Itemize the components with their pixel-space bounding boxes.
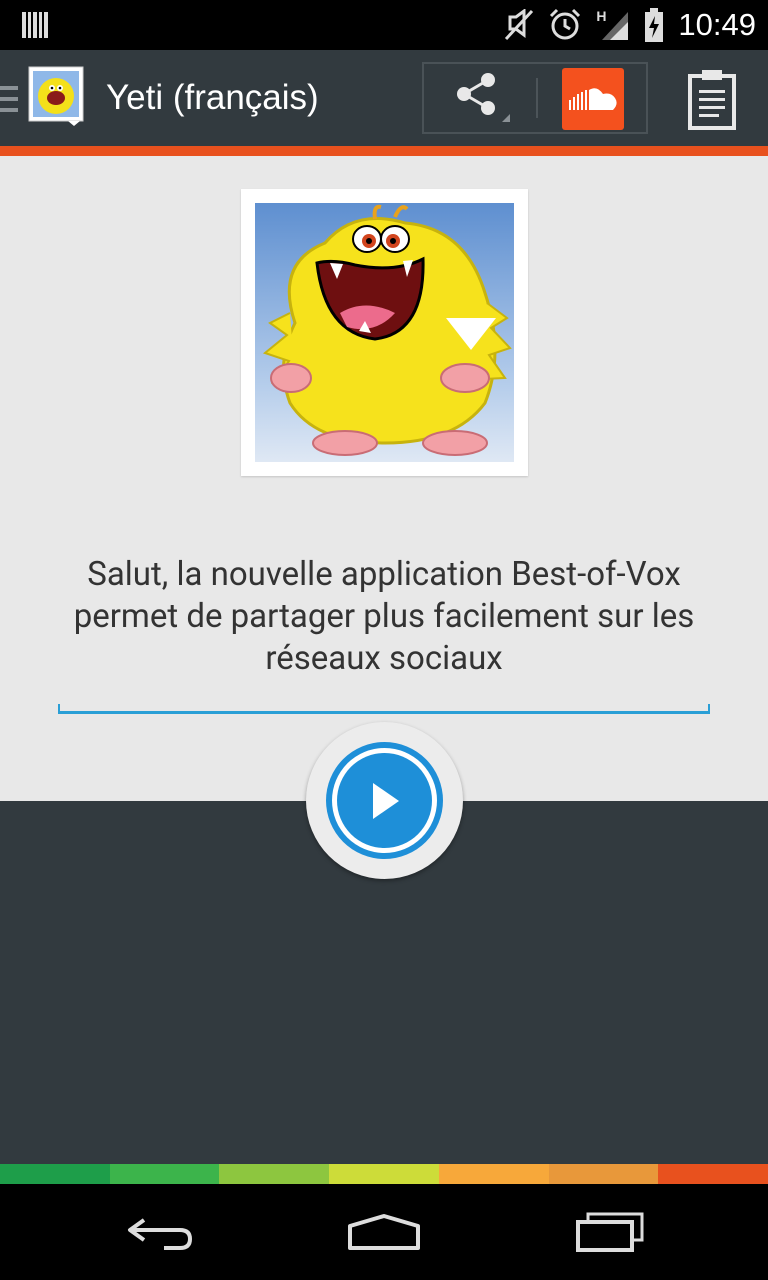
status-time: 10:49 <box>678 7 756 42</box>
menu-icon[interactable] <box>0 86 18 112</box>
soundcloud-button[interactable] <box>562 68 624 130</box>
color-strip-segment-2 <box>109 1164 220 1184</box>
color-strip-segment-5 <box>438 1164 549 1184</box>
recents-button[interactable] <box>560 1200 660 1264</box>
action-bar-accent-line <box>0 146 768 156</box>
picture-pointer <box>446 318 496 350</box>
color-strip-segment-3 <box>219 1164 330 1184</box>
clipboard-icon[interactable] <box>686 68 738 130</box>
home-button[interactable] <box>334 1200 434 1264</box>
color-strip-segment-6 <box>548 1164 659 1184</box>
play-button[interactable] <box>306 722 463 879</box>
message-text[interactable]: Salut, la nouvelle application Best-of-V… <box>60 554 708 680</box>
navigation-bar <box>0 1184 768 1280</box>
back-button[interactable] <box>110 1200 210 1264</box>
play-button-ring <box>326 742 443 859</box>
content-area: Salut, la nouvelle application Best-of-V… <box>0 156 768 801</box>
app-icon[interactable] <box>28 66 86 126</box>
play-button-ring-inner <box>332 748 437 853</box>
action-divider <box>536 78 538 118</box>
barcode-icon <box>22 12 48 38</box>
action-bar: Yeti (français) <box>0 50 768 146</box>
message-input-underline <box>58 704 710 714</box>
page-title: Yeti (français) <box>106 78 319 117</box>
color-strip <box>0 1164 768 1184</box>
signal-icon: H <box>596 8 630 42</box>
home-icon <box>348 1214 420 1250</box>
play-icon <box>337 753 432 848</box>
muted-icon <box>505 9 534 41</box>
action-group <box>422 62 648 134</box>
status-bar: H 10:49 <box>0 0 768 50</box>
share-icon <box>457 73 510 122</box>
back-icon <box>128 1218 193 1250</box>
color-strip-segment-1 <box>0 1164 110 1184</box>
soundcloud-icon <box>569 88 617 110</box>
recents-icon <box>576 1212 644 1252</box>
battery-icon <box>645 8 664 42</box>
color-strip-segment-7 <box>658 1164 768 1184</box>
color-strip-segment-4 <box>329 1164 439 1184</box>
alarm-icon <box>550 8 581 40</box>
share-button[interactable] <box>424 64 536 132</box>
